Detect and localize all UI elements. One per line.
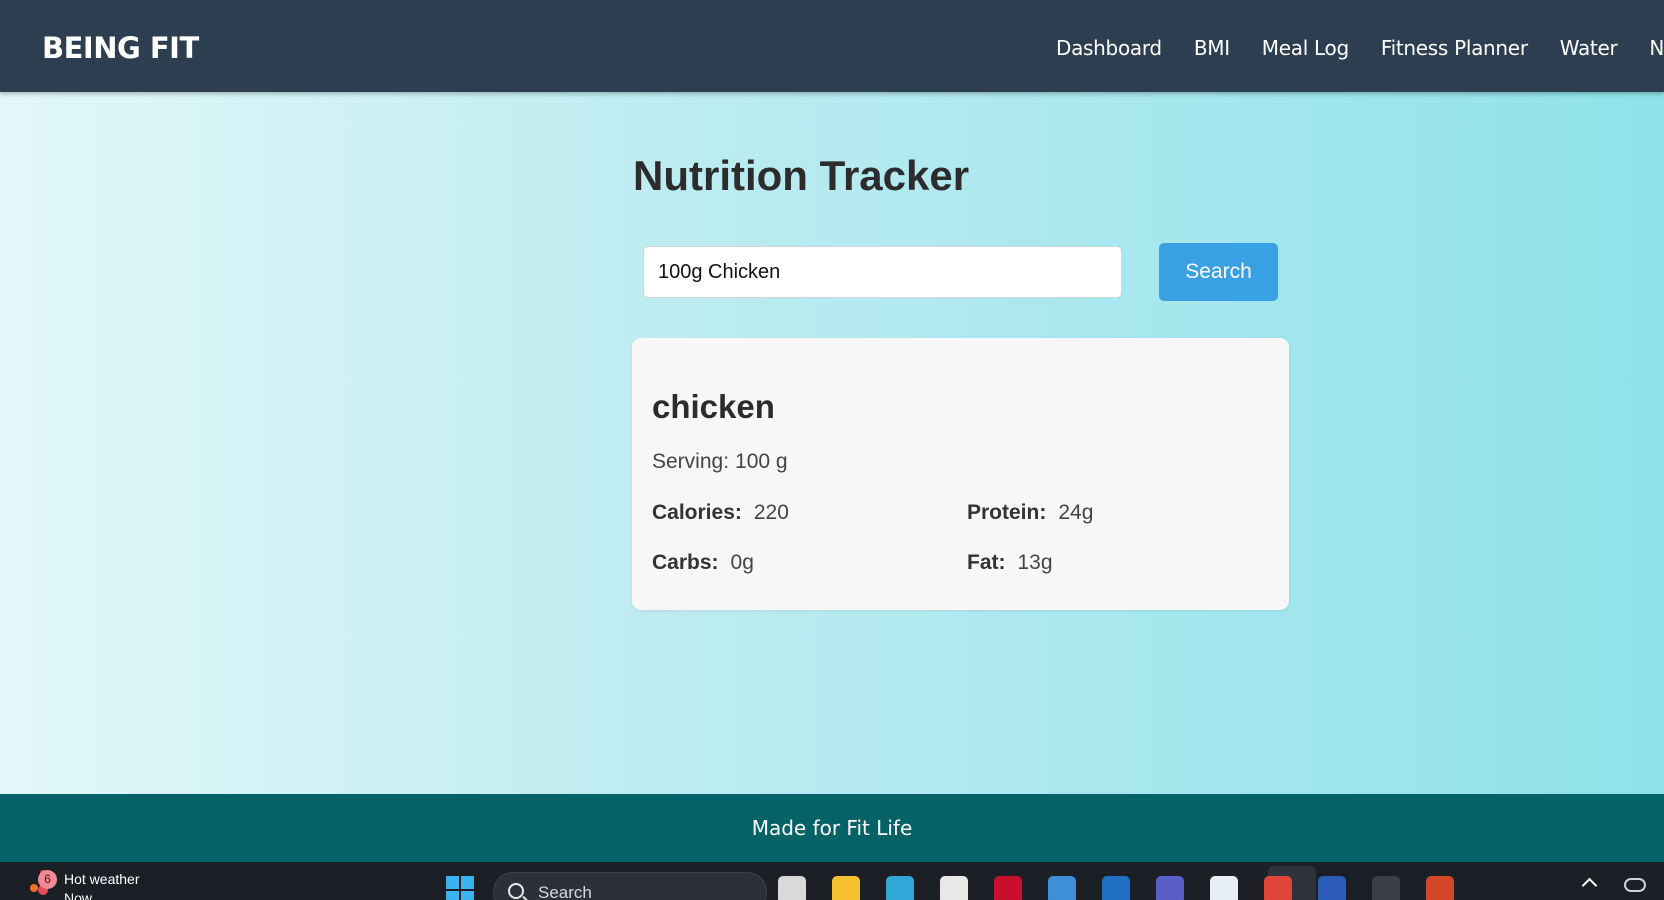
chrome-icon[interactable] — [1264, 876, 1292, 900]
windows-start-icon[interactable] — [446, 876, 476, 900]
outlook-icon[interactable] — [1102, 876, 1130, 900]
nutrient-value: 24g — [1058, 501, 1094, 524]
page-footer: Made for Fit Life — [0, 794, 1664, 862]
serving-info: Serving: 100 g — [652, 450, 788, 474]
app-a-icon[interactable] — [1210, 876, 1238, 900]
os-taskbar: 6 Hot weather Now Search — [0, 862, 1664, 900]
nav-link-nutrition[interactable]: Nu — [1649, 36, 1664, 60]
nutrient-value: 220 — [753, 501, 789, 524]
store-icon[interactable] — [940, 876, 968, 900]
search-icon — [508, 883, 524, 899]
nutrient-carbs: Carbs: 0g — [652, 551, 754, 575]
nutrient-calories: Calories: 220 — [652, 501, 789, 525]
powerpoint-icon[interactable] — [1426, 876, 1454, 900]
nutrient-value: 0g — [730, 551, 754, 574]
nav-links: Dashboard BMI Meal Log Fitness Planner W… — [1056, 36, 1664, 60]
nutrient-fat: Fat: 13g — [967, 551, 1053, 575]
search-button[interactable]: Search — [1159, 243, 1278, 301]
nav-link-dashboard[interactable]: Dashboard — [1056, 36, 1162, 60]
nav-link-fitness-planner[interactable]: Fitness Planner — [1381, 36, 1528, 60]
brand-logo[interactable]: BEING FIT — [42, 31, 199, 65]
main-content: Nutrition Tracker Search chicken Serving… — [0, 92, 1664, 794]
nutrient-label: Protein: — [967, 501, 1047, 524]
weather-label[interactable]: Hot weather — [64, 871, 139, 887]
nav-link-bmi[interactable]: BMI — [1194, 36, 1230, 60]
teams-icon[interactable] — [1156, 876, 1184, 900]
nutrient-label: Calories: — [652, 501, 742, 524]
food-search-input[interactable] — [643, 246, 1122, 298]
nav-link-meal-log[interactable]: Meal Log — [1262, 36, 1349, 60]
mcafee-icon[interactable] — [994, 876, 1022, 900]
nav-link-water[interactable]: Water — [1560, 36, 1618, 60]
file-explorer-icon[interactable] — [832, 876, 860, 900]
nutrient-protein: Protein: 24g — [967, 501, 1093, 525]
taskbar-search-placeholder: Search — [538, 883, 592, 900]
weather-sublabel: Now — [64, 890, 93, 900]
chevron-up-icon[interactable] — [1581, 877, 1598, 894]
top-navbar: BEING FIT Dashboard BMI Meal Log Fitness… — [0, 0, 1664, 92]
serving-value: 100 g — [735, 450, 788, 473]
task-view-icon[interactable] — [778, 876, 806, 900]
serving-label: Serving: — [652, 450, 730, 473]
edge-icon[interactable] — [886, 876, 914, 900]
food-name: chicken — [652, 388, 775, 425]
nutrient-label: Fat: — [967, 551, 1006, 574]
taskbar-search-box[interactable]: Search — [493, 872, 767, 900]
azure-icon[interactable] — [1048, 876, 1076, 900]
terminal-icon[interactable] — [1372, 876, 1400, 900]
nutrition-result-card: chicken Serving: 100 g Calories: 220 Prote… — [632, 338, 1289, 610]
word-icon[interactable] — [1318, 876, 1346, 900]
nutrient-value: 13g — [1017, 551, 1053, 574]
cloud-sync-icon[interactable] — [1624, 878, 1646, 892]
weather-alert-badge: 6 — [38, 870, 57, 889]
page-title: Nutrition Tracker — [633, 152, 970, 199]
nutrient-label: Carbs: — [652, 551, 719, 574]
